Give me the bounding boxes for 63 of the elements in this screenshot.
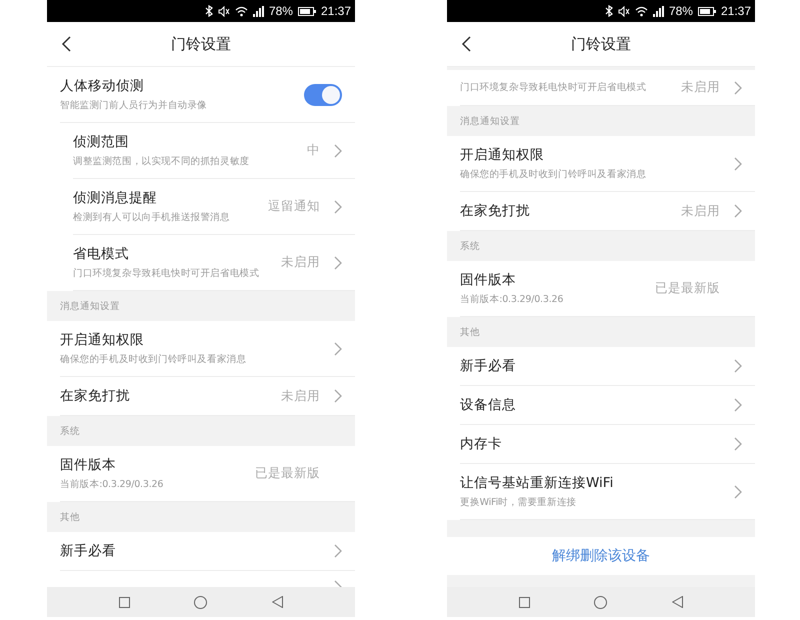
home-icon[interactable] <box>594 596 608 608</box>
wifi-icon <box>634 6 648 16</box>
setting-title: 新手必看 <box>460 357 517 376</box>
battery-icon <box>298 6 316 16</box>
battery-percent: 78% <box>668 4 693 18</box>
section-heading: 消息通知设置 <box>460 114 520 128</box>
setting-description: 确保您的手机及时收到门铃呼叫及看家消息 <box>60 353 248 367</box>
wifi-icon <box>234 6 248 16</box>
page-title: 门铃设置 <box>571 34 631 54</box>
section-heading: 系统 <box>460 240 480 252</box>
setting-value: 未启用 <box>681 202 720 220</box>
signal-icon <box>652 6 664 16</box>
clock-time: 21:37 <box>720 4 751 18</box>
setting-title: 人体移动侦测 <box>60 77 145 96</box>
page-title: 门铃设置 <box>171 34 231 54</box>
setting-value: 未启用 <box>681 79 720 96</box>
section-heading: 其他 <box>60 510 80 524</box>
mute-icon <box>218 6 230 16</box>
setting-value: 已是最新版 <box>255 465 320 482</box>
recents-icon[interactable] <box>519 596 530 608</box>
setting-value: 未启用 <box>281 388 320 404</box>
setting-value: 中 <box>307 142 320 159</box>
setting-description: 更换WiFi时，需要重新连接 <box>460 496 578 510</box>
recents-icon[interactable] <box>119 596 130 608</box>
setting-title: 让信号基站重新连接WiFi <box>460 474 614 493</box>
setting-description: 门口环境复杂导致耗电快时可开启省电模式 <box>73 267 260 281</box>
setting-value: 逗留通知 <box>268 198 320 215</box>
setting-description: 调整监测范围，以实现不同的抓拍灵敏度 <box>73 155 250 169</box>
setting-title: 省电模式 <box>73 245 130 264</box>
toggle-switch[interactable] <box>304 84 342 106</box>
setting-title: 侦测范围 <box>73 133 130 152</box>
setting-title: 内存卡 <box>460 435 503 454</box>
signal-icon <box>252 6 264 16</box>
clock-time: 21:37 <box>320 4 351 18</box>
setting-description: 检测到有人可以向手机推送报警消息 <box>73 211 231 225</box>
setting-description: 当前版本:0.3.29/0.3.26 <box>60 478 164 492</box>
setting-title: 在家免打扰 <box>460 202 531 221</box>
bluetooth-icon <box>604 5 613 17</box>
bluetooth-icon <box>204 5 213 17</box>
setting-title: 开启通知权限 <box>60 331 145 350</box>
setting-value: 已是最新版 <box>655 280 720 297</box>
setting-title: 新手必看 <box>60 542 117 561</box>
setting-description: 智能监测门前人员行为并自动录像 <box>60 99 208 113</box>
section-heading: 其他 <box>460 326 480 338</box>
setting-description: 确保您的手机及时收到门铃呼叫及看家消息 <box>460 168 648 182</box>
setting-title: 侦测消息提醒 <box>73 189 158 208</box>
battery-percent: 78% <box>268 4 293 18</box>
section-heading: 消息通知设置 <box>60 300 120 312</box>
setting-title: 在家免打扰 <box>60 387 131 406</box>
setting-description: 门口环境复杂导致耗电快时可开启省电模式 <box>460 80 648 94</box>
setting-value: 未启用 <box>281 254 320 271</box>
setting-title: 固件版本 <box>60 456 117 475</box>
mute-icon <box>618 6 630 16</box>
setting-title: 设备信息 <box>460 396 517 415</box>
section-heading: 系统 <box>60 424 80 438</box>
setting-title: 开启通知权限 <box>460 146 545 165</box>
home-icon[interactable] <box>194 596 208 608</box>
back-icon[interactable] <box>672 596 683 608</box>
back-icon[interactable] <box>272 596 283 608</box>
setting-title: 固件版本 <box>460 271 517 290</box>
battery-icon <box>698 6 716 16</box>
setting-description: 当前版本:0.3.29/0.3.26 <box>460 293 564 307</box>
unbind-device-link[interactable]: 解绑删除该设备 <box>552 547 650 565</box>
